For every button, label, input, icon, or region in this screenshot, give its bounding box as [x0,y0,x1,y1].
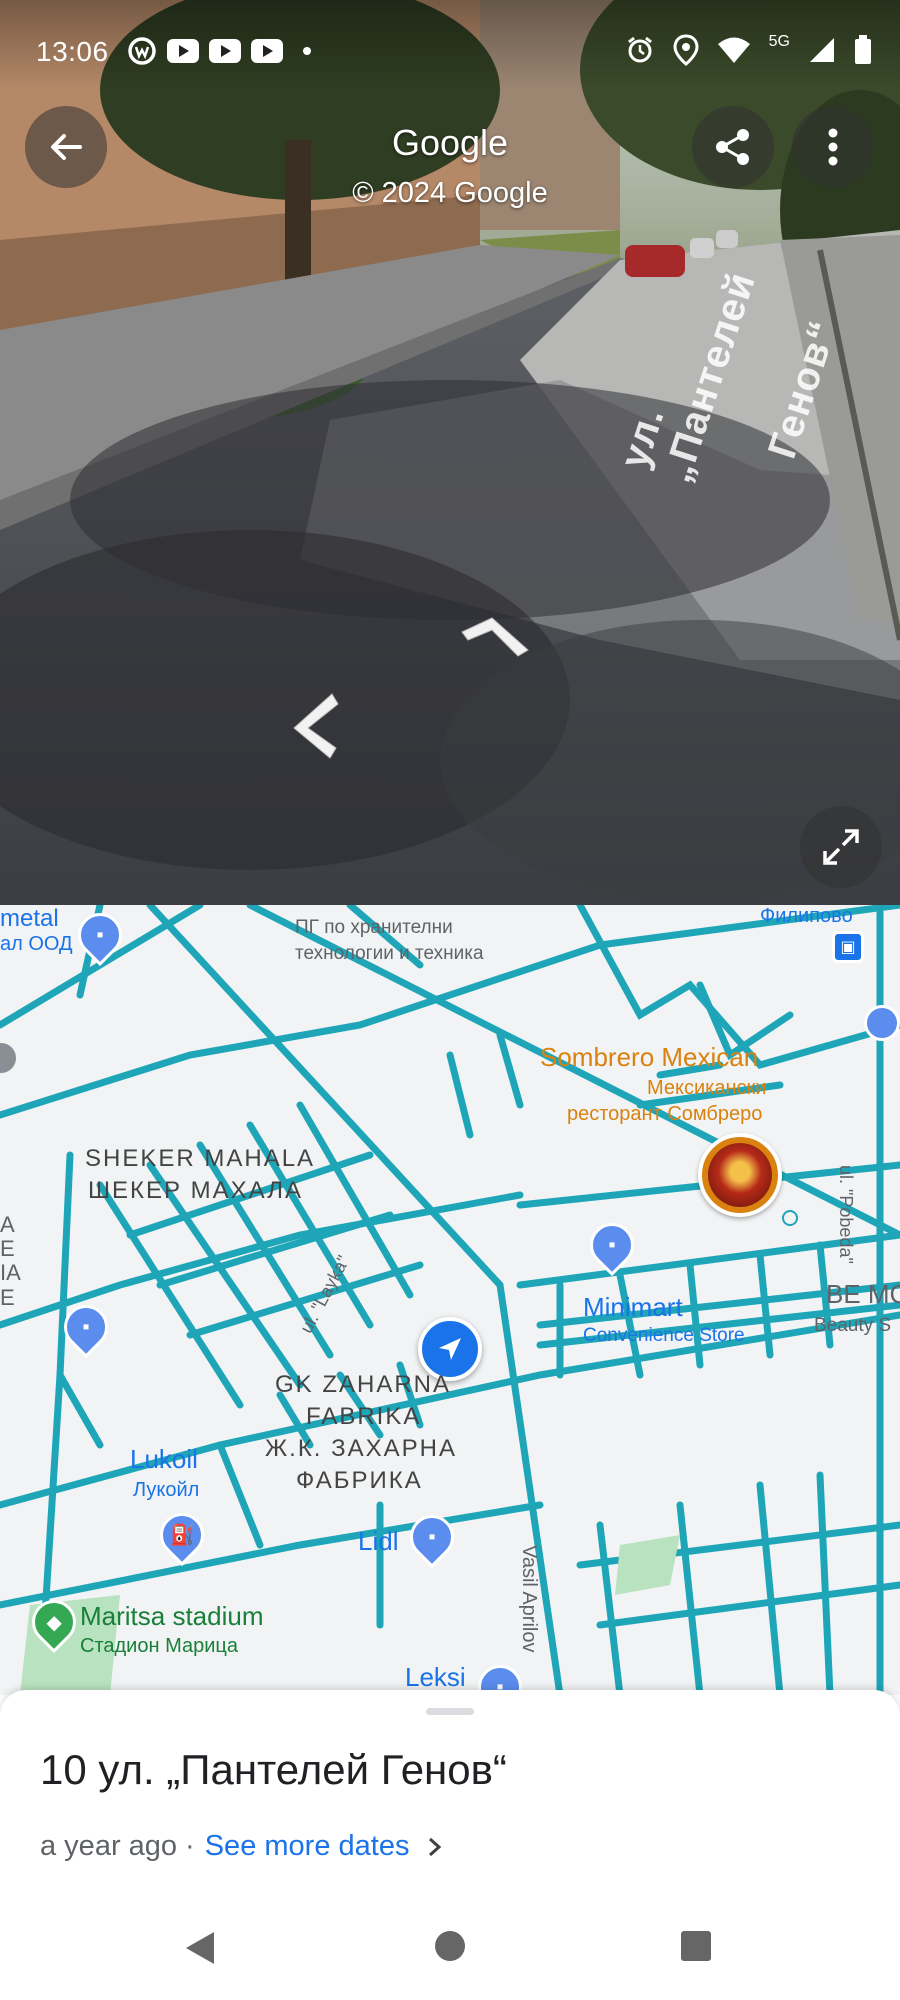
navigate-left-arrow[interactable] [288,690,348,762]
separator-dot: · [185,1830,195,1862]
map-label-metal-sub: ал ООД [0,933,73,955]
status-system-icons: 5G [625,33,872,66]
navigation-arrow-icon [439,1338,461,1360]
map-label-zaharna-bg2: ФАБРИКА [296,1467,423,1494]
more-vert-icon [828,128,838,166]
map-label-pg-school-2: технологии и техника [295,943,484,964]
map-label-vasil: Vasil Aprilov [518,1545,540,1653]
map-label-zaharna-bg1: Ж.К. ЗАХАРНА [265,1435,458,1462]
drag-handle[interactable] [426,1708,474,1715]
map-label-pobeda: ul. "Pobeda" [836,1165,856,1264]
network-type: 5G [768,33,790,50]
copyright-text: © 2024 Google [352,177,548,209]
map-label-zaharna-en1[interactable]: GK ZAHARNA [275,1371,451,1399]
signal-icon [810,38,834,62]
map-label-minimart-sub: Convenience Store [583,1325,745,1346]
map-label-lukoil-en[interactable]: Lukoil [130,1444,198,1475]
wifi-icon [717,37,750,63]
map-label-pg-school[interactable]: ПГ по хранителни [295,917,453,939]
bus-icon: ▣ [840,939,856,956]
address-title: 10 ул. „Пантелей Генов“ [40,1746,507,1793]
store-icon: ▪ [608,1233,616,1256]
status-bar: 13:06 5G [0,0,900,90]
shopping-poi-pin-3[interactable] [864,1005,900,1041]
location-icon [673,34,699,66]
map-label-lukoil-bg: Лукойл [133,1479,200,1501]
see-more-dates-link[interactable]: See more dates [205,1830,410,1863]
shopping-bag-icon: ▪ [96,923,104,946]
edge-letter: E [0,1236,15,1262]
navigate-forward-arrow[interactable] [458,612,532,660]
map-label-sombrero[interactable]: Sombrero Mexican [540,1042,758,1073]
map-label-maritsa-bg: Стадион Марица [80,1635,238,1657]
map-label-minimart[interactable]: Minimart [583,1292,683,1323]
app-w-icon [128,37,156,65]
map-label-left-edge: A E IA E [0,1212,21,1310]
expand-icon [823,829,859,865]
notification-dot-icon [303,47,311,55]
map-label-leksi[interactable]: Leksi [405,1662,466,1693]
edge-letter: IA [0,1260,21,1286]
nav-recents-icon[interactable] [680,1930,712,1962]
map-label-be-mo: BE MO [826,1279,900,1309]
alarm-icon [627,36,652,63]
transit-dot-icon [782,1210,798,1226]
share-button[interactable] [692,106,774,188]
map-label-sheker-bg: ШЕКЕР МАХАЛА [88,1177,303,1204]
map-label-lidl[interactable]: Lidl [358,1526,398,1557]
stadium-icon: ◆ [46,1611,62,1634]
edge-letter: E [0,1284,15,1310]
share-icon [716,129,749,165]
map-label-sombrero-bg1: Мексикански [647,1077,767,1099]
battery-icon [855,35,871,64]
map-label-sombrero-bg2: ресторант Сомбреро [567,1103,763,1125]
sombrero-photo-pin[interactable] [698,1133,782,1217]
date-row: a year ago · See more dates [40,1830,443,1863]
restaurant-photo [708,1143,772,1207]
map-label-metal[interactable]: metal [0,905,59,933]
map-label-zaharna-en2: FABRIKA [306,1403,422,1430]
status-notification-icons [127,36,311,66]
edge-letter: A [0,1212,15,1237]
youtube-icon [167,39,199,63]
map-label-maritsa-en[interactable]: Maritsa stadium [80,1601,264,1632]
chevron-right-icon[interactable] [427,1836,443,1858]
road-network [0,905,900,1695]
map-view[interactable]: metal ал ООД ▪ ПГ по хранителни технолог… [0,905,900,1695]
map-label-filipovo[interactable]: Филипово [760,905,853,928]
youtube-icon [209,39,241,63]
map-label-sheker-en[interactable]: SHEKER MAHALA [85,1145,315,1173]
nav-home-icon[interactable] [434,1930,466,1962]
map-label-beauty: Beauty S [814,1315,892,1336]
status-time: 13:06 [36,36,109,67]
shopping-bag-icon: ▪ [82,1315,90,1338]
capture-age: a year ago [40,1830,178,1862]
nav-back-icon[interactable] [184,1930,216,1966]
bus-stop-pin[interactable]: ▣ [832,931,864,963]
cart-icon: ▪ [428,1525,436,1548]
youtube-icon [251,39,283,63]
gas-pump-icon: ⛽ [169,1524,195,1547]
more-options-button[interactable] [792,106,874,188]
expand-button[interactable] [800,806,882,888]
system-navigation-bar [0,1900,900,2000]
street-view-panorama[interactable]: 13:06 5G Google © 2024 Google ул. „Панте… [0,0,900,905]
